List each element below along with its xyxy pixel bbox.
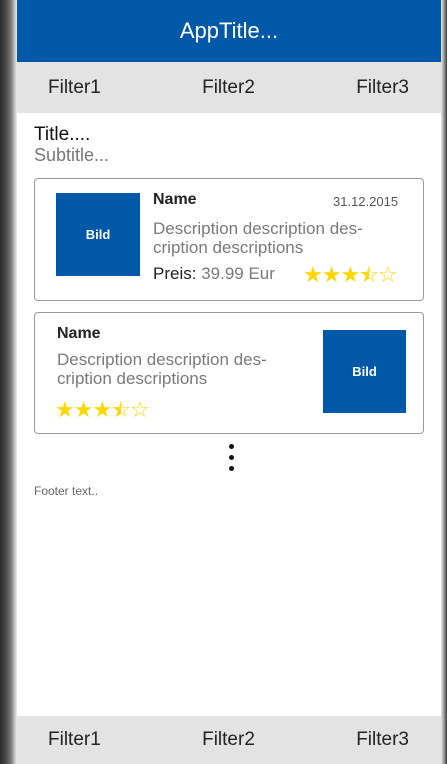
product-description: Description description des-cription des… xyxy=(153,219,363,257)
device-frame-right xyxy=(441,0,447,764)
rating-stars: ★★★☆★☆ xyxy=(303,262,398,287)
image-label: Bild xyxy=(85,227,111,242)
footer-text: Footer text.. xyxy=(34,484,99,498)
bottom-filter-2[interactable]: Filter2 xyxy=(202,729,255,751)
bottom-filter-bar: Filter1 Filter2 Filter3 xyxy=(17,716,441,764)
star-half-icon: ☆★ xyxy=(111,397,131,422)
more-vertical-icon[interactable] xyxy=(227,444,235,471)
device-frame-left xyxy=(0,0,17,764)
star-half-icon: ☆★ xyxy=(359,262,379,287)
list-header: Title.... Subtitle... xyxy=(17,113,441,166)
top-filter-3[interactable]: Filter3 xyxy=(356,77,409,99)
bottom-filter-1[interactable]: Filter1 xyxy=(48,729,101,751)
product-name: Name xyxy=(153,191,197,208)
dot xyxy=(228,444,234,449)
product-card-1[interactable]: Bild Name 31.12.2015 Description descrip… xyxy=(34,178,424,301)
star-icon: ★ xyxy=(55,397,75,422)
star-icon: ★ xyxy=(303,262,323,287)
product-description: Description description des-cription des… xyxy=(57,350,267,388)
app-screen: AppTitle... Filter1 Filter2 Filter3 Titl… xyxy=(17,0,441,764)
star-outline-icon: ☆ xyxy=(377,262,398,287)
product-image-placeholder: Bild xyxy=(323,330,406,413)
product-image-placeholder: Bild xyxy=(56,193,140,276)
product-price: Preis: 39.99 Eur xyxy=(153,264,275,284)
star-icon: ★ xyxy=(92,397,112,422)
list-title: Title.... xyxy=(34,124,91,145)
star-icon: ★ xyxy=(321,262,342,287)
rating-stars: ★★★☆★☆ xyxy=(55,397,150,422)
bottom-filter-3[interactable]: Filter3 xyxy=(356,729,409,751)
top-filter-bar: Filter1 Filter2 Filter3 xyxy=(17,62,441,113)
star-outline-icon: ☆ xyxy=(129,397,150,422)
product-name: Name xyxy=(57,325,101,342)
price-label: Preis: xyxy=(153,264,197,283)
dot xyxy=(228,455,234,460)
image-label: Bild xyxy=(352,364,377,379)
product-date: 31.12.2015 xyxy=(333,194,399,209)
app-bar: AppTitle... xyxy=(17,0,441,62)
top-filter-2[interactable]: Filter2 xyxy=(202,77,255,99)
list-subtitle: Subtitle... xyxy=(34,145,110,165)
top-filter-1[interactable]: Filter1 xyxy=(48,77,101,99)
dot xyxy=(228,466,234,471)
app-title: AppTitle... xyxy=(179,18,279,43)
price-value: 39.99 Eur xyxy=(201,264,275,283)
star-icon: ★ xyxy=(73,397,94,422)
star-icon: ★ xyxy=(340,262,360,287)
product-card-2[interactable]: Name Description description des-criptio… xyxy=(34,312,424,434)
